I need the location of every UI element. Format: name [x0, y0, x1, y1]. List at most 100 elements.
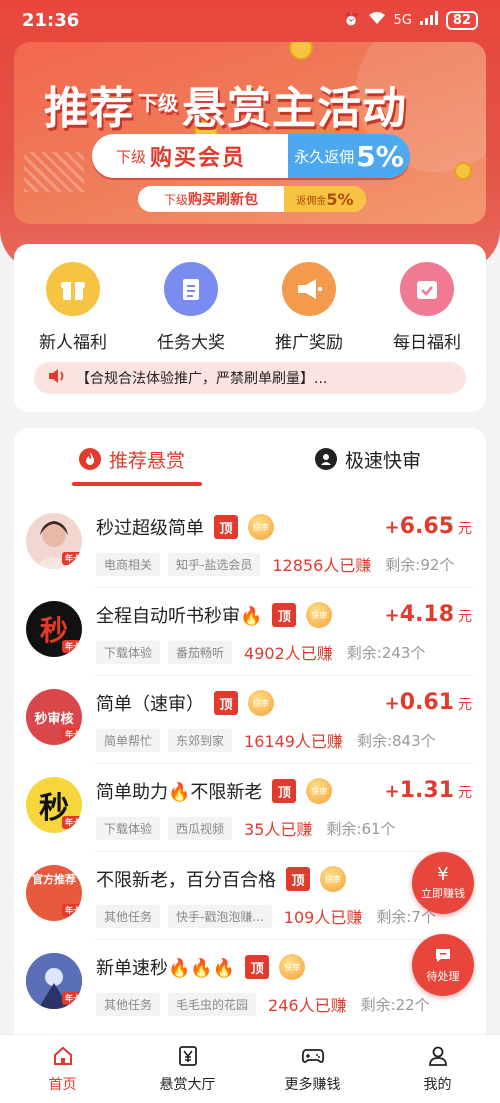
task-remaining: 剩余:92个	[385, 555, 455, 574]
network-label: 5G	[393, 12, 412, 28]
gamepad-icon	[301, 1044, 325, 1068]
task-row[interactable]: 秒审核 年卡 简单（速审） 顶 快审 简单帮忙 东郊到家 16149人已赚 剩余…	[14, 676, 486, 764]
promo-member-pill: 下级 购买会员 永久返佣 5%	[92, 134, 410, 178]
nav-mine[interactable]: 我的	[375, 1035, 500, 1103]
gift-box-icon	[46, 262, 100, 316]
task-price: + 1.31 元	[384, 778, 472, 803]
wifi-icon	[368, 11, 386, 29]
speaker-icon	[48, 368, 66, 388]
task-row[interactable]: 秒 年卡 简单助力🔥不限新老 顶 快审 下载体验 西瓜视频 35人已赚 剩余:6…	[14, 764, 486, 852]
task-app: 东郊到家	[168, 728, 233, 752]
task-earned: 16149人已赚	[244, 732, 343, 751]
task-remaining: 剩余:22个	[360, 995, 430, 1014]
quick-entry-card: 新人福利 任务大奖 推广奖励 每日福利 【合规合法体验推广，严禁刷单刷量】...	[14, 244, 486, 412]
task-avatar: 秒 年卡	[26, 601, 82, 657]
signal-icon	[419, 11, 438, 29]
tab-fast-review[interactable]: 极速快审	[250, 428, 486, 490]
task-earned: 246人已赚	[268, 996, 347, 1015]
task-remaining: 剩余:61个	[326, 819, 396, 838]
top-badge: 顶	[286, 867, 310, 891]
yuan-icon	[176, 1044, 200, 1068]
quick-entry-newcomer[interactable]: 新人福利	[18, 262, 128, 353]
task-title: 秒过超级简单	[96, 518, 204, 539]
quick-entry-daily[interactable]: 每日福利	[372, 262, 482, 353]
person-icon	[426, 1044, 450, 1068]
battery-indicator: 82	[445, 10, 478, 30]
fast-review-badge: 快审	[248, 514, 274, 540]
fast-review-badge: 快审	[248, 690, 274, 716]
coin-icon	[454, 162, 472, 180]
banner-title: 推荐 下级 悬赏主活动	[44, 83, 407, 134]
yuan-bag-icon: ¥	[437, 864, 449, 885]
quick-entry-task-prize[interactable]: 任务大奖	[136, 262, 246, 353]
nav-home[interactable]: 首页	[0, 1035, 125, 1103]
fast-review-badge: 快审	[279, 954, 306, 980]
task-price: + 0.61 元	[384, 690, 472, 715]
nav-bounty-hall[interactable]: 悬赏大厅	[125, 1035, 250, 1103]
task-row[interactable]: 年卡 秒过超级简单 顶 快审 电商相关 知乎-盐选会员 12856人已赚 剩余:…	[14, 500, 486, 588]
task-app: 番茄畅听	[168, 640, 233, 664]
banner-pattern	[24, 152, 84, 192]
task-tabs: 推荐悬赏 极速快审	[14, 428, 486, 490]
task-row[interactable]: 秒 年卡 全程自动听书秒审🔥 顶 快审 下载体验 番茄畅听 4902人已赚 剩余…	[14, 588, 486, 676]
nav-more-earning[interactable]: 更多赚钱	[250, 1035, 375, 1103]
top-badge: 顶	[214, 691, 238, 715]
task-price: + 4.18 元	[384, 602, 472, 627]
task-title: 新单速秒🔥🔥🔥	[96, 958, 236, 979]
flame-icon	[78, 448, 101, 470]
task-category: 下载体验	[96, 816, 161, 840]
top-badge: 顶	[245, 955, 270, 979]
calendar-check-icon	[400, 262, 454, 316]
task-avatar: 秒审核 年卡	[26, 689, 82, 745]
pending-button[interactable]: 待处理	[412, 934, 474, 996]
status-time: 21:36	[22, 9, 80, 31]
task-remaining: 剩余:243个	[346, 643, 426, 662]
top-badge: 顶	[272, 779, 297, 803]
task-app: 知乎-盐选会员	[168, 552, 261, 576]
active-tab-indicator	[72, 482, 202, 486]
clipboard-icon	[164, 262, 218, 316]
chat-bubble-icon	[434, 947, 452, 968]
task-category: 电商相关	[96, 552, 161, 576]
fast-review-badge: 快审	[306, 778, 333, 804]
task-earned: 4902人已赚	[244, 644, 333, 663]
notice-text: 【合规合法体验推广，严禁刷单刷量】...	[76, 371, 328, 387]
task-earned: 35人已赚	[244, 820, 313, 839]
bottom-navigation: 首页 悬赏大厅 更多赚钱 我的	[0, 1034, 500, 1103]
promo-refresh-pill: 下级 购买刷新包 返佣金 5%	[138, 186, 366, 212]
task-app: 西瓜视频	[168, 816, 233, 840]
megaphone-icon	[282, 262, 336, 316]
top-badge: 顶	[214, 515, 238, 539]
task-category: 其他任务	[96, 992, 161, 1016]
task-title: 简单助力🔥不限新老	[96, 782, 263, 803]
task-title: 简单（速审）	[96, 694, 204, 715]
status-icons: ⏰ 5G 82	[343, 10, 478, 30]
task-category: 其他任务	[96, 904, 161, 928]
task-avatar: 秒 年卡	[26, 777, 82, 833]
task-title: 不限新老，百分百合格	[96, 870, 276, 891]
status-bar: 21:36 ⏰ 5G 82	[0, 0, 500, 40]
task-price: + 6.65 元	[384, 514, 472, 539]
notice-bar[interactable]: 【合规合法体验推广，严禁刷单刷量】...	[34, 362, 466, 394]
task-category: 简单帮忙	[96, 728, 161, 752]
top-badge: 顶	[272, 603, 297, 627]
task-avatar: 年卡	[26, 953, 82, 1009]
promo-banner[interactable]: 推荐 下级 悬赏主活动 下级 购买会员 永久返佣 5% 下级 购买刷新包 返佣金…	[14, 42, 486, 224]
tab-recommended[interactable]: 推荐悬赏	[14, 428, 250, 490]
user-circle-icon	[314, 448, 337, 470]
fast-review-badge: 快审	[306, 602, 333, 628]
coin-icon	[289, 42, 313, 60]
alarm-icon: ⏰	[343, 12, 360, 28]
task-avatar: 官方推荐 年卡	[26, 865, 82, 921]
task-category: 下载体验	[96, 640, 161, 664]
earn-now-button[interactable]: ¥ 立即赚钱	[412, 852, 474, 914]
fast-review-badge: 快审	[320, 866, 346, 892]
quick-entry-promotion[interactable]: 推广奖励	[254, 262, 364, 353]
task-app: 毛毛虫的花园	[168, 992, 257, 1016]
task-app: 快手-戳泡泡赚...	[168, 904, 272, 928]
task-earned: 12856人已赚	[272, 556, 372, 575]
task-earned: 109人已赚	[283, 908, 363, 927]
task-title: 全程自动听书秒审🔥	[96, 606, 263, 627]
task-avatar: 年卡	[26, 513, 82, 569]
home-icon	[51, 1044, 75, 1068]
